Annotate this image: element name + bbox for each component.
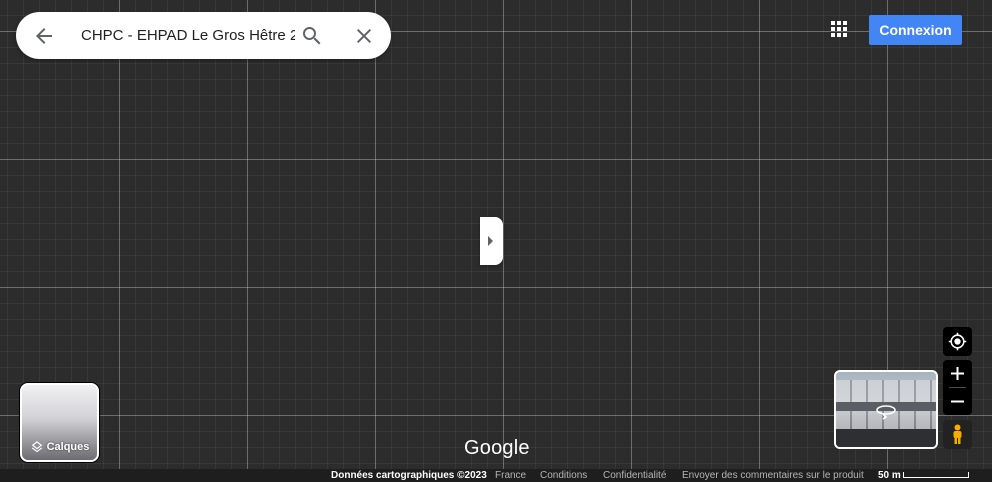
layers-label-wrap: Calques	[22, 440, 97, 454]
scale-label[interactable]: 50 m	[878, 469, 901, 482]
privacy-link[interactable]: Confidentialité	[603, 469, 666, 482]
search-input[interactable]	[81, 26, 295, 46]
apps-grid-icon[interactable]	[827, 17, 851, 41]
signin-button[interactable]: Connexion	[869, 15, 962, 45]
scale-bar	[903, 472, 969, 478]
minus-icon	[951, 400, 964, 403]
footer-bar: Données cartographiques ©2023 France Con…	[0, 469, 992, 482]
zoom-controls	[943, 360, 972, 415]
zoom-in-button[interactable]	[943, 360, 972, 387]
search-icon[interactable]	[300, 24, 324, 48]
search-box	[16, 12, 391, 59]
feedback-link[interactable]: Envoyer des commentaires sur le produit	[682, 469, 864, 482]
map-data-credit: Données cartographiques ©2023	[331, 470, 487, 481]
pegman-icon	[953, 424, 962, 444]
plus-icon	[951, 367, 964, 380]
google-logo: Google	[464, 437, 530, 459]
pegman-button[interactable]	[943, 420, 972, 449]
rotate-360-icon	[876, 405, 896, 420]
street-view-ground	[836, 429, 936, 447]
arrow-back-icon[interactable]	[32, 24, 56, 48]
triangle-right-icon	[488, 236, 493, 246]
collapse-side-panel-button[interactable]	[480, 217, 503, 265]
terms-link[interactable]: Conditions	[540, 469, 587, 482]
my-location-icon	[948, 332, 967, 351]
zoom-out-button[interactable]	[943, 388, 972, 415]
country-link[interactable]: France	[495, 469, 526, 482]
close-icon[interactable]	[352, 24, 376, 48]
layers-label: Calques	[46, 441, 90, 453]
layers-button[interactable]: Calques	[20, 383, 99, 462]
street-view-thumbnail[interactable]	[834, 370, 938, 449]
my-location-button[interactable]	[943, 327, 972, 356]
layers-icon	[31, 441, 42, 453]
